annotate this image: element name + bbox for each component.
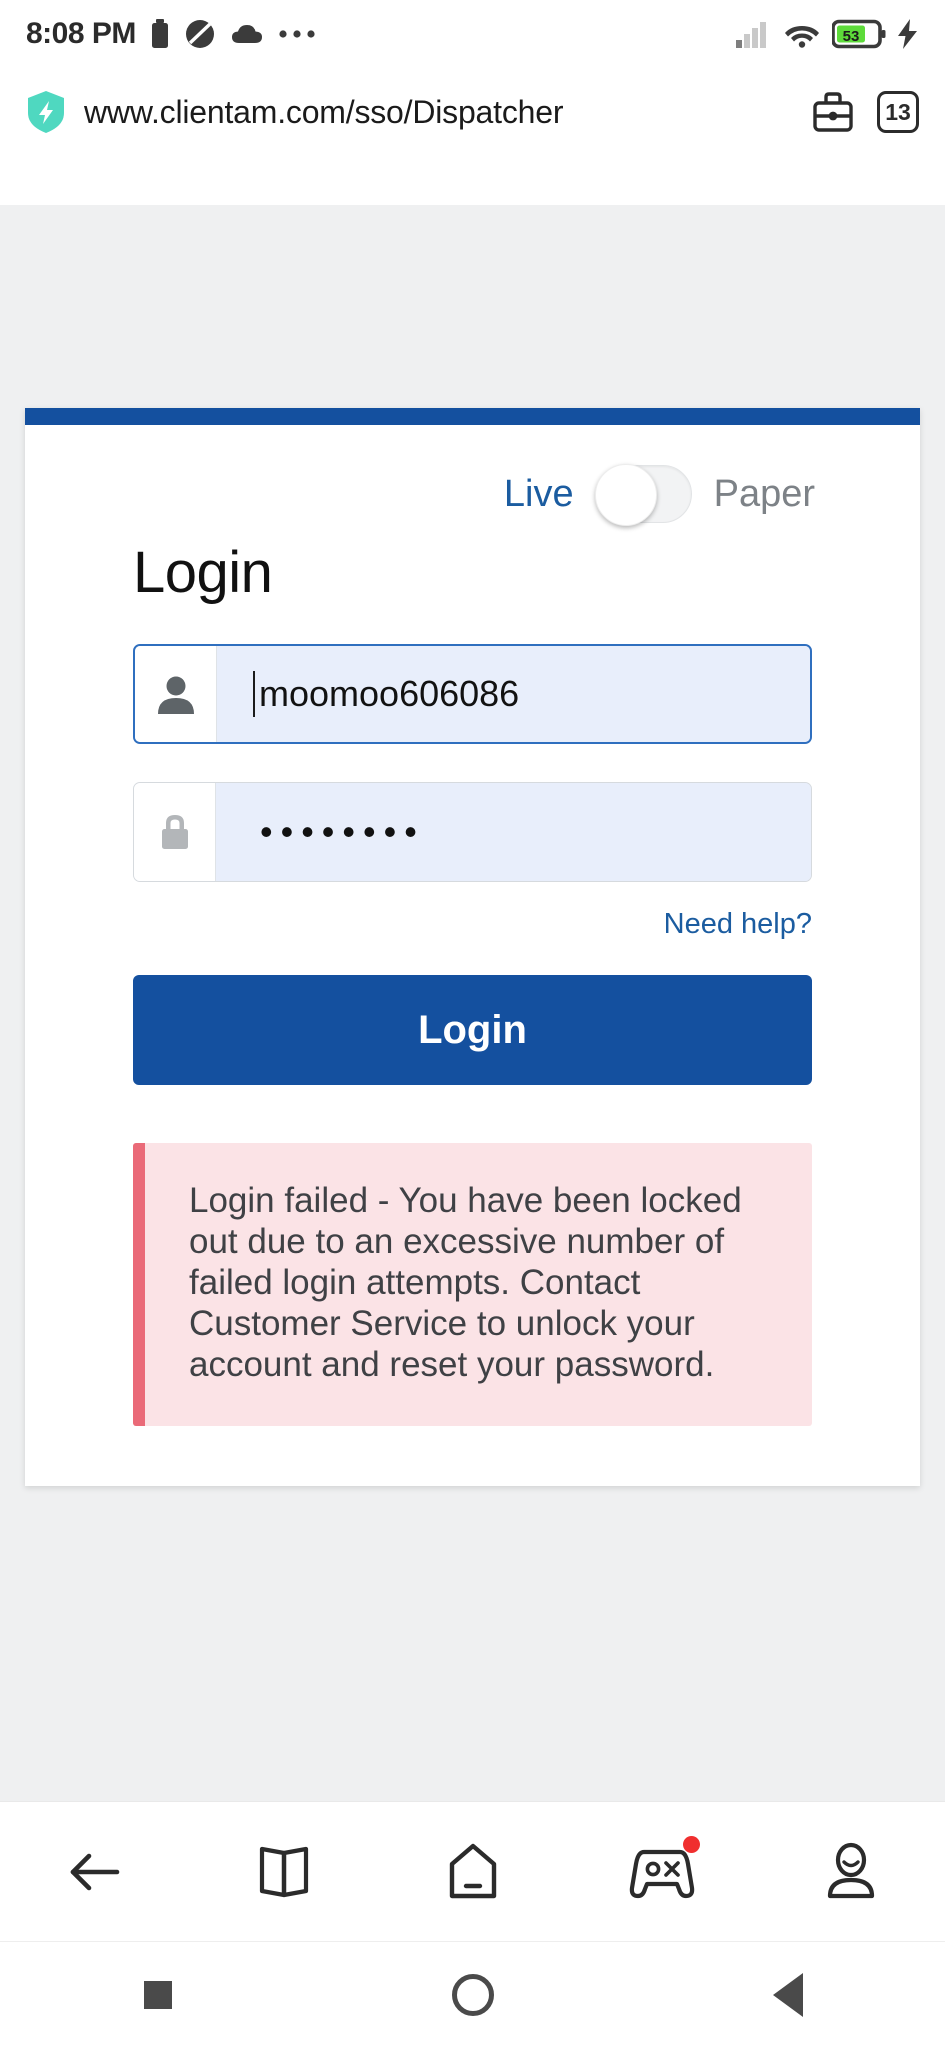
url-bar-actions: 13 (811, 90, 919, 134)
android-back-button[interactable] (708, 1955, 868, 2035)
circle-icon (451, 1974, 494, 2016)
login-card: Live Paper Login moomoo606086 •••••••• N… (25, 408, 920, 1486)
nav-profile-button[interactable] (791, 1822, 911, 1922)
login-button[interactable]: Login (133, 975, 812, 1085)
error-accent-bar (133, 1143, 145, 1426)
need-help-link[interactable]: Need help? (664, 908, 812, 940)
person-icon (157, 676, 194, 714)
home-shield-icon (449, 1843, 496, 1898)
username-icon-box (135, 646, 217, 742)
password-input-value[interactable]: •••••••• (252, 814, 425, 850)
browser-url-bar[interactable]: www.clientam.com/sso/Dispatcher 13 (0, 68, 945, 156)
browser-bottom-toolbar (0, 1801, 945, 1941)
arrow-left-icon (70, 1853, 119, 1890)
tab-count-label: 13 (885, 98, 911, 125)
phone-screen: 8:08 PM 53 www.clientam.com/sso/Dispatch… (0, 0, 945, 2048)
open-book-icon (259, 1846, 308, 1897)
password-input-area[interactable]: •••••••• (216, 783, 811, 881)
more-dots-icon (279, 30, 315, 38)
battery-percent-label: 53 (843, 28, 860, 45)
triangle-back-icon (772, 1973, 803, 2017)
cellular-signal-icon (736, 22, 766, 48)
page-title: Login (133, 540, 273, 605)
battery-level-icon: 53 (832, 19, 886, 49)
username-input-area[interactable]: moomoo606086 (217, 646, 810, 742)
web-page-viewport: Live Paper Login moomoo606086 •••••••• N… (0, 205, 945, 1801)
nav-back-button[interactable] (35, 1822, 155, 1922)
toggle-label-paper[interactable]: Paper (714, 473, 815, 516)
card-accent-bar (25, 408, 920, 425)
login-button-row: Login (25, 941, 920, 1085)
username-field-wrap: moomoo606086 (25, 606, 920, 744)
password-field[interactable]: •••••••• (133, 782, 812, 882)
password-icon-box (134, 783, 216, 881)
tab-count-button[interactable]: 13 (877, 91, 919, 133)
cloud-icon (231, 25, 262, 43)
nav-games-button[interactable] (602, 1822, 722, 1922)
nav-bookmarks-button[interactable] (224, 1822, 344, 1922)
android-navigation-bar (0, 1941, 945, 2048)
login-card-body: Live Paper Login moomoo606086 •••••••• N… (25, 425, 920, 1486)
battery-icon (151, 19, 168, 48)
username-input-value[interactable]: moomoo606086 (259, 673, 519, 715)
username-field[interactable]: moomoo606086 (133, 644, 812, 744)
toggle-knob (594, 464, 657, 526)
nav-home-button[interactable] (413, 1822, 533, 1922)
person-icon (827, 1842, 874, 1898)
briefcase-icon[interactable] (811, 90, 855, 134)
status-bar-right: 53 (736, 19, 919, 49)
live-paper-toggle[interactable] (594, 464, 692, 526)
mode-toggle-row: Live Paper (25, 459, 920, 529)
do-not-disturb-icon (185, 20, 214, 48)
status-bar-left: 8:08 PM (26, 17, 316, 51)
text-caret (253, 671, 255, 717)
error-alert: Login failed - You have been locked out … (133, 1143, 812, 1426)
android-home-button[interactable] (393, 1955, 553, 2035)
shield-bolt-icon (28, 91, 64, 133)
password-field-wrap: •••••••• (25, 744, 920, 882)
lock-icon (161, 815, 188, 849)
need-help-row: Need help? (25, 882, 920, 941)
android-recents-button[interactable] (78, 1955, 238, 2035)
toggle-label-live[interactable]: Live (504, 473, 574, 516)
wifi-icon (785, 26, 819, 48)
url-text[interactable]: www.clientam.com/sso/Dispatcher (84, 94, 797, 131)
charging-bolt-icon (898, 19, 917, 49)
status-bar-clock: 8:08 PM (26, 17, 136, 50)
game-controller-icon (629, 1849, 694, 1898)
error-row: Login failed - You have been locked out … (25, 1085, 920, 1426)
games-badge-dot (682, 1835, 700, 1853)
square-icon (143, 1981, 172, 2009)
error-message: Login failed - You have been locked out … (189, 1181, 742, 1384)
status-bar: 8:08 PM 53 (0, 0, 945, 68)
